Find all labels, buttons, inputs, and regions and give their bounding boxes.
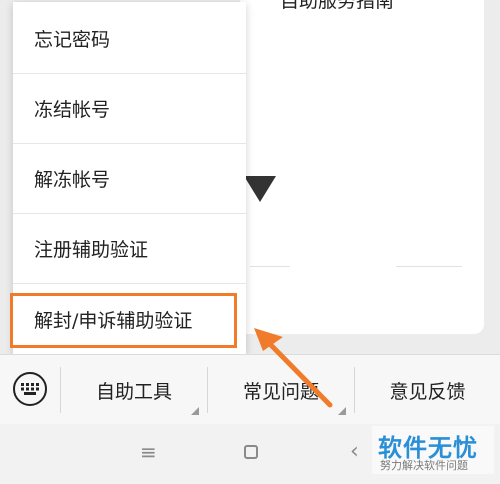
annotation-arrow-icon — [254, 328, 333, 408]
